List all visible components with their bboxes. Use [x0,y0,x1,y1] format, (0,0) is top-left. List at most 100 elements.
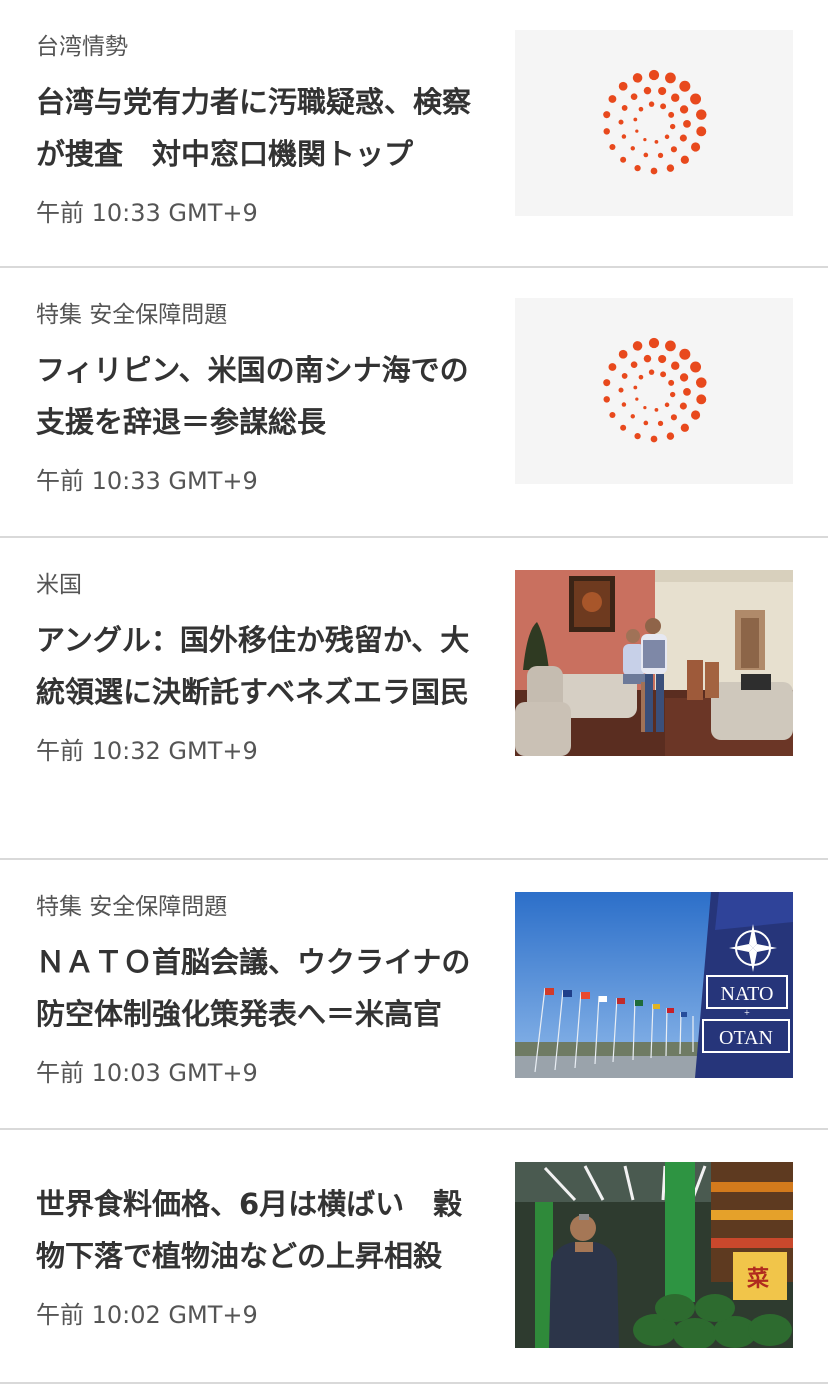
article-timestamp: 午前 10:02 GMT+9 [36,1301,258,1329]
logo-dot [657,420,664,426]
article-thumbnail[interactable]: 菜 [515,1162,793,1348]
logo-dot [668,111,675,118]
couple-living-room-photo [515,570,793,756]
logo-dot [696,126,707,137]
article-timestamp: 午前 10:03 GMT+9 [36,1059,258,1087]
logo-dot [603,396,610,403]
logo-dot [633,385,638,390]
logo-dot [643,406,647,410]
logo-dot [679,348,691,360]
otan-banner-text: OTAN [719,1027,773,1049]
article-item[interactable]: 世界食料価格、6月は横ばい 穀物下落で植物油などの上昇相殺 午前 10:02 G… [0,1130,828,1384]
logo-dot [620,156,627,163]
logo-dot [658,354,667,364]
article-timestamp: 午前 10:33 GMT+9 [36,199,258,227]
logo-dot [691,410,701,420]
logo-dot [603,111,611,119]
logo-dot [630,146,635,151]
logo-dot [665,340,676,352]
logo-dot [608,95,617,103]
article-headline[interactable]: 台湾与党有力者に汚職疑惑、検察が捜査 対中窓口機関トップ [36,76,482,180]
article-category[interactable]: 特集 安全保障問題 [36,892,482,922]
logo-dot [648,69,660,81]
article-text: 米国 アングル：国外移住か残留か、大統領選に決断託すベネズエラ国民 午前 10:… [36,570,482,766]
logo-dot [618,81,628,91]
article-item[interactable]: 台湾情勢 台湾与党有力者に汚職疑惑、検察が捜査 対中窓口機関トップ 午前 10:… [0,0,828,268]
logo-dot [632,341,643,351]
logo-dot [608,363,617,371]
logo-dot [621,402,627,407]
article-category[interactable]: 米国 [36,570,482,600]
reuters-logo-icon [603,69,707,175]
article-text: 特集 安全保障問題 フィリピン、米国の南シナ海での支援を辞退＝参謀総長 午前 1… [36,300,482,496]
logo-dot [643,138,647,142]
logo-dot [648,337,660,349]
logo-dot [618,349,628,359]
logo-dot [680,423,689,432]
logo-dot [664,402,670,408]
logo-dot [618,387,624,393]
logo-dot [643,354,652,363]
article-thumbnail[interactable]: NATO + OTAN [515,892,793,1078]
logo-dot [648,101,655,107]
article-headline[interactable]: フィリピン、米国の南シナ海での支援を辞退＝参謀総長 [36,344,482,448]
news-feed: 台湾情勢 台湾与党有力者に汚職疑惑、検察が捜査 対中窓口機関トップ 午前 10:… [0,0,828,1384]
article-text: 特集 安全保障問題 ＮＡＴＯ首脳会議、ウクライナの防空体制強化策発表へ＝米高官 … [36,892,482,1088]
logo-dot [648,369,655,375]
logo-dot [679,373,689,382]
logo-dot [696,377,707,388]
logo-dot [660,103,667,110]
logo-dot [679,80,691,92]
logo-dot [635,397,639,401]
article-thumbnail[interactable] [515,570,793,756]
logo-dot [650,167,658,175]
logo-dot [696,109,707,120]
logo-dot [696,394,707,405]
article-thumbnail[interactable] [515,298,793,484]
logo-dot [609,411,616,419]
logo-dot [620,424,627,431]
article-category[interactable]: 特集 安全保障問題 [36,300,482,330]
logo-dot [621,373,628,379]
logo-dot [635,129,639,133]
article-timestamp: 午前 10:32 GMT+9 [36,737,258,765]
logo-dot [632,73,643,83]
article-headline[interactable]: 世界食料価格、6月は横ばい 穀物下落で植物油などの上昇相殺 [36,1178,482,1282]
logo-dot [679,134,687,142]
logo-dot [691,142,701,152]
article-category[interactable]: 台湾情勢 [36,32,482,62]
nato-banner-text: NATO [721,983,774,1005]
logo-dot [633,117,638,122]
price-sign-text: 菜 [746,1267,769,1292]
logo-dot [603,379,611,387]
logo-dot [679,402,687,410]
article-item[interactable]: 特集 安全保障問題 フィリピン、米国の南シナ海での支援を辞退＝参謀総長 午前 1… [0,268,828,538]
logo-dot [630,361,638,369]
logo-dot [634,164,641,172]
logo-dot [669,391,676,398]
logo-dot [669,123,676,130]
logo-dot [650,435,658,443]
logo-dot [654,139,659,144]
reuters-logo-icon [603,337,707,443]
logo-dot [654,407,659,412]
article-timestamp: 午前 10:33 GMT+9 [36,467,258,495]
logo-dot [683,119,691,128]
logo-dot [666,432,675,440]
article-text: 世界食料価格、6月は横ばい 穀物下落で植物油などの上昇相殺 午前 10:02 G… [36,1178,482,1330]
logo-dot [658,86,667,96]
logo-dot [643,152,649,158]
logo-dot [664,134,670,140]
logo-dot [638,106,644,112]
logo-dot [670,146,677,153]
logo-dot [683,387,691,396]
logo-dot [621,134,627,139]
article-item[interactable]: 米国 アングル：国外移住か残留か、大統領選に決断託すベネズエラ国民 午前 10:… [0,538,828,860]
article-headline[interactable]: ＮＡＴＯ首脳会議、ウクライナの防空体制強化策発表へ＝米高官 [36,936,482,1040]
logo-dot [690,361,702,373]
article-item[interactable]: 特集 安全保障問題 ＮＡＴＯ首脳会議、ウクライナの防空体制強化策発表へ＝米高官 … [0,860,828,1130]
svg-text:+: + [744,1008,750,1019]
article-headline[interactable]: アングル：国外移住か残留か、大統領選に決断託すベネズエラ国民 [36,614,482,718]
article-thumbnail[interactable] [515,30,793,216]
logo-dot [668,379,675,386]
